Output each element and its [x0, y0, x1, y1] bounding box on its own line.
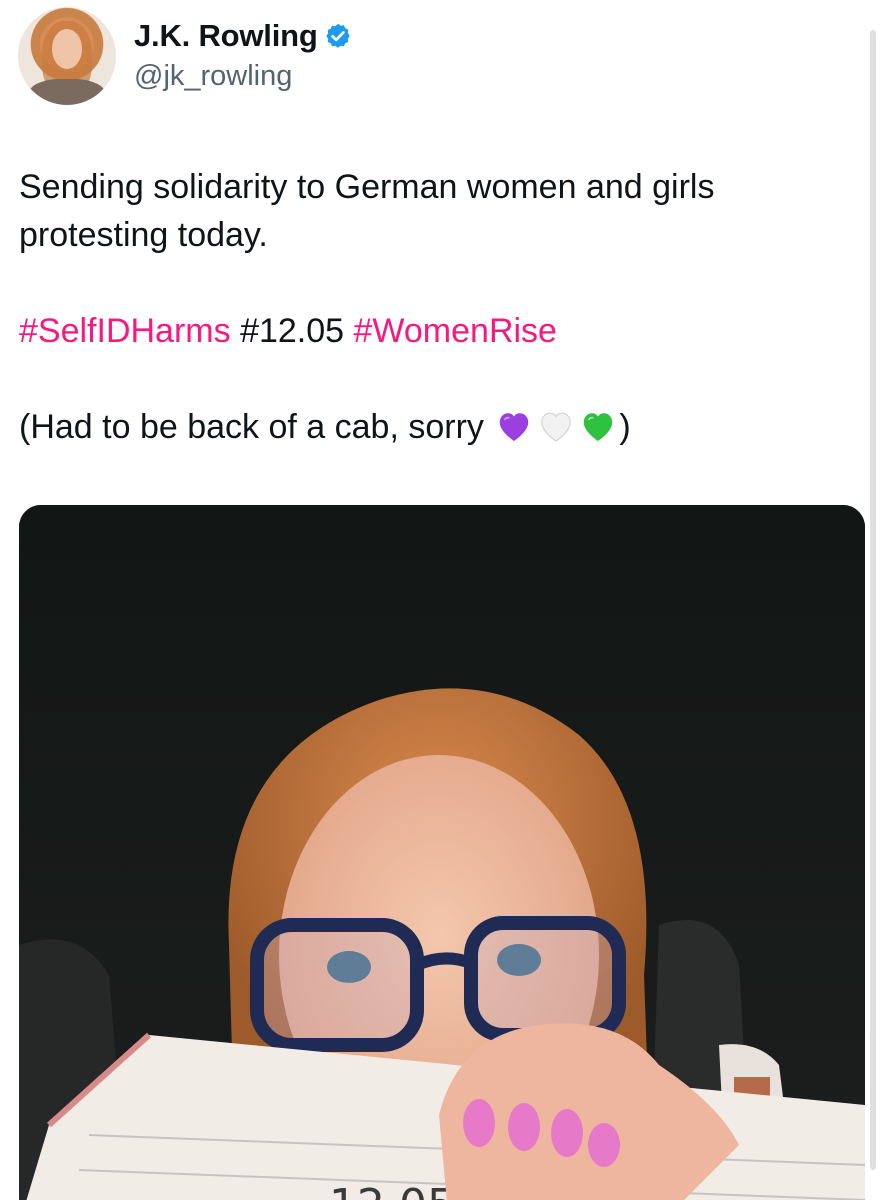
tweet-line: protesting today. — [19, 216, 268, 254]
author-block[interactable]: J.K. Rowling @jk_rowling — [134, 16, 352, 93]
photo-illustration: 12 05 — [19, 505, 865, 1200]
note-line: (Had to be back of a cab, sorry ) — [19, 403, 839, 451]
note-text-suffix: ) — [619, 408, 631, 446]
white-heart-icon — [538, 408, 574, 442]
green-heart-icon — [580, 408, 616, 442]
author-name-row: J.K. Rowling — [134, 16, 352, 56]
scrollbar[interactable] — [870, 30, 876, 1170]
verified-badge-icon[interactable] — [324, 22, 352, 50]
note-text: (Had to be back of a cab, sorry — [19, 408, 494, 446]
avatar[interactable] — [18, 7, 116, 105]
author-handle[interactable]: @jk_rowling — [134, 60, 352, 93]
purple-heart-icon — [496, 408, 532, 442]
hashtag-selfidharms[interactable]: #SelfIDHarms — [19, 312, 231, 350]
notebook-text: 12 05 — [329, 1180, 455, 1200]
tweet-page: J.K. Rowling @jk_rowling Sending solidar… — [0, 0, 883, 1200]
author-name[interactable]: J.K. Rowling — [134, 18, 318, 54]
avatar-body — [28, 79, 106, 105]
hashtag-date: #12.05 — [240, 312, 345, 350]
hashtag-womenrise[interactable]: #WomenRise — [354, 312, 557, 350]
tweet-photo[interactable]: 12 05 — [19, 505, 865, 1200]
hashtag-line: #SelfIDHarms #12.05 #WomenRise — [19, 307, 839, 355]
eye-left — [327, 951, 371, 983]
tweet-text: Sending solidarity to German women and g… — [19, 163, 839, 451]
avatar-face — [52, 29, 82, 69]
tweet-line: Sending solidarity to German women and g… — [19, 168, 715, 206]
hashtag-separator — [344, 312, 353, 350]
hashtag-separator — [231, 312, 240, 350]
eye-right — [497, 944, 541, 976]
